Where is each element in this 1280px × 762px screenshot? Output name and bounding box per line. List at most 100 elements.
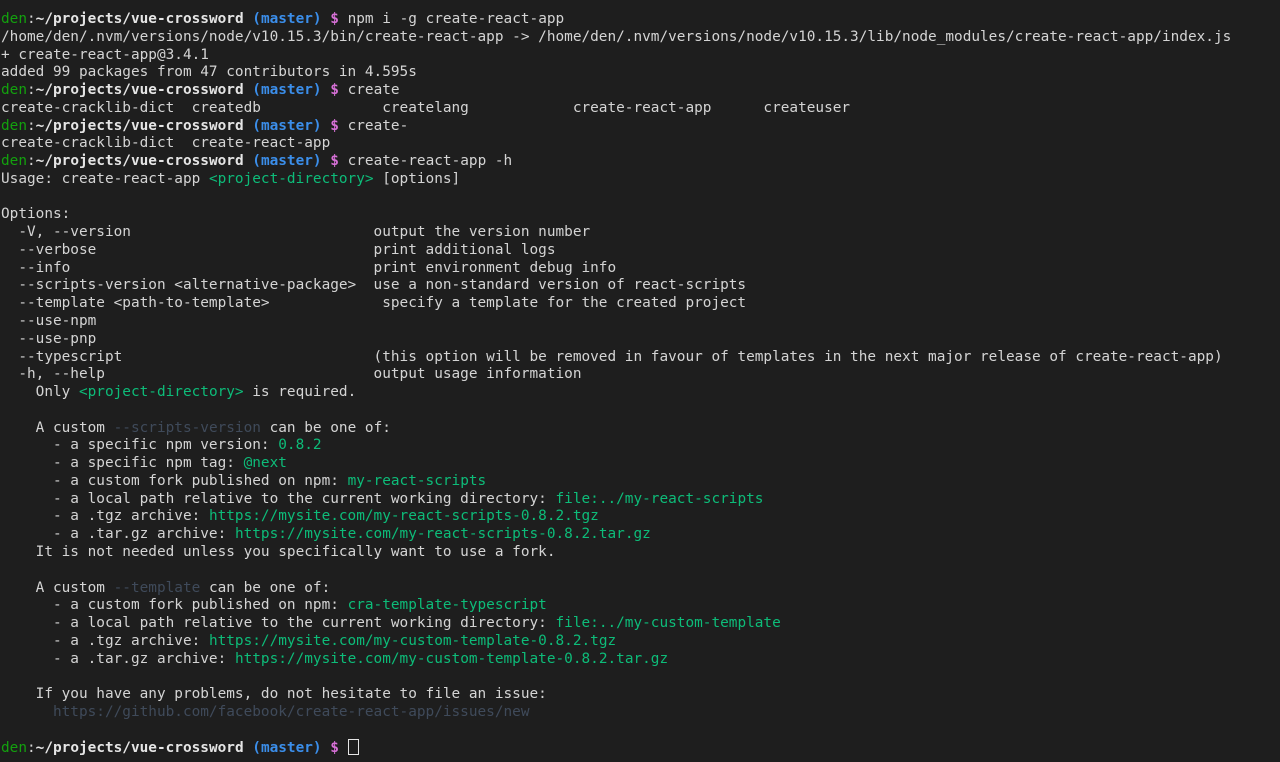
output-line: -V, --version output the version number [1,224,1280,242]
prompt-line: den:~/projects/vue-crossword (master) $ … [1,11,1280,29]
output-segment: + create-react-app@3.4.1 [1,46,209,63]
output-segment: https://mysite.com/my-custom-template-0.… [208,632,617,649]
output-segment: --scripts-version [113,419,261,436]
output-segment: Usage: create-react-app [1,170,209,187]
output-segment: <project-directory> [78,384,244,401]
output-line: --scripts-version <alternative-package> … [1,277,1280,295]
prompt-line: den:~/projects/vue-crossword (master) $ … [1,118,1280,136]
output-line: --info print environment debug info [1,260,1280,278]
prompt-separator: : [27,11,36,27]
prompt-separator: : [27,117,36,134]
output-line: - a specific npm version: 0.8.2 [1,437,1280,455]
output-segment: my-react-scripts [347,472,487,489]
prompt-branch: (master) [252,117,322,134]
output-line: create-cracklib-dict create-react-app [1,135,1280,153]
output-segment: https://mysite.com/my-react-scripts-0.8.… [208,508,599,525]
output-segment: - a custom fork published on npm: [1,597,348,614]
output-segment: If you have any problems, do not hesitat… [1,686,547,703]
prompt-separator: : [27,82,36,99]
output-segment: --template <path-to-template> specify a … [1,295,747,312]
prompt-branch: (master) [252,740,322,757]
output-segment: create-cracklib-dict create-react-app [1,135,331,152]
output-segment: 0.8.2 [278,437,322,454]
output-segment: https://github.com/facebook/create-react… [52,703,530,720]
output-segment: Only [1,384,79,401]
prompt-user: den [1,82,27,99]
output-line: --typescript (this option will be remove… [1,349,1280,367]
prompt-separator: : [27,740,36,757]
output-line: - a .tar.gz archive: https://mysite.com/… [1,526,1280,544]
output-line: Only <project-directory> is required. [1,384,1280,402]
output-segment: --template [113,579,201,596]
output-line: A custom --scripts-version can be one of… [1,420,1280,438]
output-segment: --use-npm [1,313,97,330]
output-segment: -V, --version output the version number [1,224,591,241]
output-line: -h, --help output usage information [1,366,1280,384]
output-segment: A custom [1,579,114,596]
output-segment: cra-template-typescript [347,597,547,614]
text-cursor[interactable] [347,739,359,756]
output-line: Options: [1,206,1280,224]
output-line: --use-pnp [1,331,1280,349]
output-segment: Options: [1,206,71,223]
output-segment: can be one of: [200,579,331,596]
prompt-separator: : [27,153,36,170]
prompt-path: ~/projects/vue-crossword [35,153,244,170]
output-line: - a local path relative to the current w… [1,615,1280,633]
terminal-output[interactable]: den:~/projects/vue-crossword (master) $ … [0,0,1280,762]
prompt-line: den:~/projects/vue-crossword (master) $ [1,739,1280,757]
output-line: If you have any problems, do not hesitat… [1,686,1280,704]
output-line: - a custom fork published on npm: my-rea… [1,473,1280,491]
output-segment: - a specific npm tag: [1,455,244,472]
output-line: - a .tgz archive: https://mysite.com/my-… [1,508,1280,526]
output-line: --template <path-to-template> specify a … [1,295,1280,313]
prompt-path: ~/projects/vue-crossword [35,117,244,134]
output-line: A custom --template can be one of: [1,580,1280,598]
prompt-symbol: $ [330,153,339,170]
output-segment: - a specific npm version: [1,437,279,454]
output-line: - a custom fork published on npm: cra-te… [1,597,1280,615]
output-segment: @next [243,455,287,472]
output-segment: added 99 packages from 47 contributors i… [1,64,417,81]
prompt-branch: (master) [252,82,322,99]
output-line: It is not needed unless you specifically… [1,544,1280,562]
output-line: - a .tgz archive: https://mysite.com/my-… [1,633,1280,651]
prompt-user: den [1,740,27,757]
output-line: --use-npm [1,313,1280,331]
prompt-symbol: $ [330,11,339,27]
command-text: create- [347,117,409,134]
output-line: added 99 packages from 47 contributors i… [1,64,1280,82]
command-text: create-react-app -h [347,153,513,170]
output-segment: - a custom fork published on npm: [1,472,348,489]
prompt-branch: (master) [252,153,322,170]
output-segment: - a local path relative to the current w… [1,615,556,632]
output-segment: - a .tgz archive: [1,632,209,649]
output-segment: /home/den/.nvm/versions/node/v10.15.3/bi… [1,28,1232,45]
prompt-path: ~/projects/vue-crossword [35,740,244,757]
prompt-line: den:~/projects/vue-crossword (master) $ … [1,153,1280,171]
output-line: Usage: create-react-app <project-directo… [1,171,1280,189]
output-segment: - a local path relative to the current w… [1,490,556,507]
output-segment: - a .tgz archive: [1,508,209,525]
output-segment: A custom [1,419,114,436]
output-line: create-cracklib-dict createdb createlang… [1,100,1280,118]
prompt-branch: (master) [252,11,322,27]
output-line: https://github.com/facebook/create-react… [1,704,1280,722]
output-segment: -h, --help output usage information [1,366,582,383]
output-line: --verbose print additional logs [1,242,1280,260]
output-segment: - a .tar.gz archive: [1,526,235,543]
output-line: /home/den/.nvm/versions/node/v10.15.3/bi… [1,29,1280,47]
output-segment: - a .tar.gz archive: [1,650,235,667]
output-segment: create-cracklib-dict createdb createlang… [1,99,851,116]
output-segment: file:../my-custom-template [555,615,781,632]
output-segment: https://mysite.com/my-custom-template-0.… [234,650,669,667]
output-segment: https://mysite.com/my-react-scripts-0.8.… [234,526,651,543]
output-line: - a .tar.gz archive: https://mysite.com/… [1,651,1280,669]
output-segment: file:../my-react-scripts [555,490,764,507]
output-segment: --use-pnp [1,330,97,347]
output-segment: [options] [373,170,461,187]
output-line: - a specific npm tag: @next [1,455,1280,473]
